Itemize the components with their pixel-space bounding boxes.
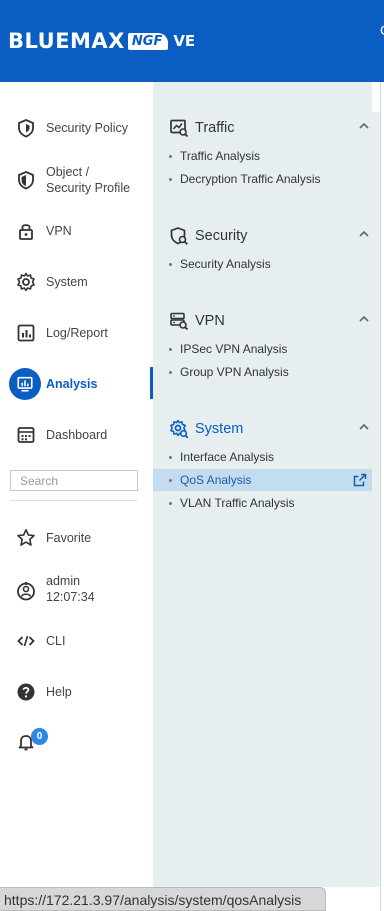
code-icon [15,630,37,652]
sidebar-item-object-security-profile[interactable]: Object / Security Profile [0,160,153,200]
logo-main-text: BLUEMAX [8,29,125,53]
sidebar-item-label: Help [46,685,72,699]
bluemax-logo[interactable]: BLUEMAX NGF VE [8,29,195,53]
star-icon [15,527,37,549]
sidebar-item-vpn[interactable]: VPN [0,211,153,251]
submenu-item-traffic-analysis[interactable]: Traffic Analysis [153,145,372,167]
bullet [169,478,172,482]
chevron-up-icon[interactable] [358,313,370,325]
sidebar-item-label: Analysis [46,377,98,391]
open-new-window-icon[interactable] [353,473,367,487]
bullet [169,347,172,351]
user-icon [15,580,37,602]
vpn-server-icon [168,310,190,332]
browser-status-url: https://172.21.3.97/analysis/system/qosA… [0,887,326,911]
sidebar-item-label: Object / Security Profile [46,165,131,195]
sidebar-item-dashboard[interactable]: Dashboard [0,415,153,455]
sidebar-item-security-policy[interactable]: Security Policy [0,108,153,148]
submenu-item-label: QoS Analysis [180,473,252,487]
submenu-item-label: Interface Analysis [180,450,275,464]
sidebar-search-input[interactable] [10,470,138,491]
logo-ve-text: VE [173,32,196,50]
sidebar-item-label: Favorite [46,531,92,545]
group-traffic[interactable]: Traffic [168,116,370,140]
sidebar-item-label: VPN [46,224,72,238]
sidebar-item-label: Security Policy [46,121,128,135]
submenu-item-vlan-traffic-analysis[interactable]: VLAN Traffic Analysis [153,492,372,514]
sidebar-item-label: CLI [46,634,66,648]
system-gear-icon [168,418,190,440]
submenu-item-group-vpn-analysis[interactable]: Group VPN Analysis [153,361,372,383]
help-icon [15,681,37,703]
shield-icon [15,117,37,139]
group-system[interactable]: System [168,417,370,441]
gear-icon [15,271,37,293]
group-title: System [195,421,244,437]
submenu-item-qos-analysis[interactable]: QoS Analysis [153,469,372,491]
bullet [169,501,172,505]
chevron-up-icon[interactable] [358,228,370,240]
header-edge-glyph: C [380,22,384,42]
submenu-item-security-analysis[interactable]: Security Analysis [153,253,372,275]
chevron-up-icon[interactable] [358,120,370,132]
sidebar-item-label: System [46,275,88,289]
sidebar-item-analysis[interactable]: Analysis [0,364,153,404]
main-sidebar: Security Policy Object / Security Profil… [0,82,153,911]
traffic-analysis-icon [168,117,190,139]
group-title: Security [195,228,248,244]
notification-badge: 0 [31,728,48,745]
dashboard-icon [15,424,37,446]
group-title: Traffic [195,120,235,136]
bullet [169,370,172,374]
submenu-item-label: Traffic Analysis [180,149,261,163]
logo-ngf-text: NGF [127,32,169,50]
sidebar-item-cli[interactable]: CLI [0,621,153,661]
sidebar-item-label: Dashboard [46,428,108,442]
bullet [169,262,172,266]
analysis-icon [9,368,41,400]
admin-session-label: admin 12:07:34 [46,574,95,604]
security-analysis-icon [168,225,190,247]
submenu-item-label: Decryption Traffic Analysis [180,172,321,186]
submenu-item-label: Security Analysis [180,257,271,271]
report-icon [15,322,37,344]
submenu-item-interface-analysis[interactable]: Interface Analysis [153,446,372,468]
sidebar-item-system[interactable]: System [0,262,153,302]
top-header: BLUEMAX NGF VE C [0,0,384,82]
submenu-item-ipsec-vpn-analysis[interactable]: IPSec VPN Analysis [153,338,372,360]
submenu-item-decryption-traffic-analysis[interactable]: Decryption Traffic Analysis [153,168,372,190]
lock-icon [15,220,37,242]
submenu-item-label: VLAN Traffic Analysis [180,496,295,510]
group-security[interactable]: Security [168,224,370,248]
submenu-item-label: Group VPN Analysis [180,365,289,379]
group-title: VPN [195,313,225,329]
sidebar-item-favorite[interactable]: Favorite [0,518,153,558]
group-vpn[interactable]: VPN [168,309,370,333]
sidebar-item-log-report[interactable]: Log/Report [0,313,153,353]
sidebar-item-help[interactable]: Help [0,672,153,712]
sidebar-divider [10,500,137,501]
sidebar-item-label: Log/Report [46,326,108,340]
chevron-up-icon[interactable] [358,421,370,433]
profile-shield-icon [15,169,37,191]
sidebar-item-admin[interactable]: admin 12:07:34 [0,569,153,609]
bullet [169,154,172,158]
content-edge [380,82,384,911]
bullet [169,177,172,181]
submenu-item-label: IPSec VPN Analysis [180,342,288,356]
bullet [169,455,172,459]
analysis-submenu-panel: Traffic Traffic Analysis Decryption Traf… [153,82,372,887]
